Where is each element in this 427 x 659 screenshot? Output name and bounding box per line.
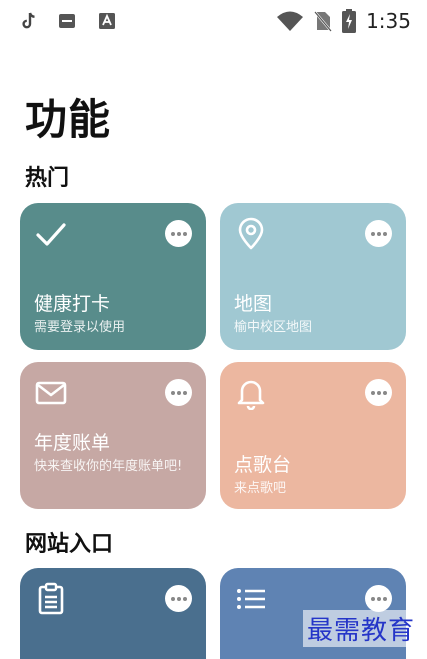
more-button[interactable]: [365, 220, 392, 247]
battery-charging-icon: [342, 9, 357, 33]
card-website-1[interactable]: [20, 568, 206, 659]
more-button[interactable]: [165, 585, 192, 612]
section-title-web: 网站入口: [25, 532, 114, 557]
card-title: 年度账单: [34, 432, 111, 454]
bell-icon: [237, 380, 265, 410]
map-pin-icon: [238, 217, 264, 250]
card-annual-bill[interactable]: 年度账单 快来查收你的年度账单吧!: [20, 362, 206, 509]
mail-icon: [35, 381, 67, 405]
card-subtitle: 快来查收你的年度账单吧!: [34, 459, 183, 474]
check-icon: [36, 223, 66, 246]
page-title: 功能: [25, 95, 112, 144]
card-song-request[interactable]: 点歌台 来点歌吧: [220, 362, 406, 509]
more-button[interactable]: [165, 220, 192, 247]
status-bar: 1:35: [0, 0, 427, 44]
more-button[interactable]: [165, 379, 192, 406]
card-subtitle: 需要登录以使用: [34, 320, 126, 335]
clipboard-icon: [38, 582, 64, 615]
a-icon: [99, 13, 115, 29]
status-time: 1:35: [366, 9, 411, 33]
card-subtitle: 来点歌吧: [234, 481, 287, 496]
card-title: 点歌台: [234, 454, 292, 476]
card-map[interactable]: 地图 榆中校区地图: [220, 203, 406, 350]
tiktok-icon: [22, 12, 35, 29]
app-icon: [59, 14, 75, 28]
card-health-checkin[interactable]: 健康打卡 需要登录以使用: [20, 203, 206, 350]
card-title: 健康打卡: [34, 293, 111, 315]
list-icon: [237, 589, 265, 609]
section-title-hot: 热门: [25, 166, 70, 191]
watermark-logo: 最需教育: [302, 610, 419, 647]
more-button[interactable]: [365, 585, 392, 612]
more-button[interactable]: [365, 379, 392, 406]
card-title: 地图: [234, 293, 273, 315]
wifi-icon: [277, 11, 304, 31]
card-subtitle: 榆中校区地图: [234, 320, 313, 335]
no-sim-icon: [314, 11, 332, 32]
